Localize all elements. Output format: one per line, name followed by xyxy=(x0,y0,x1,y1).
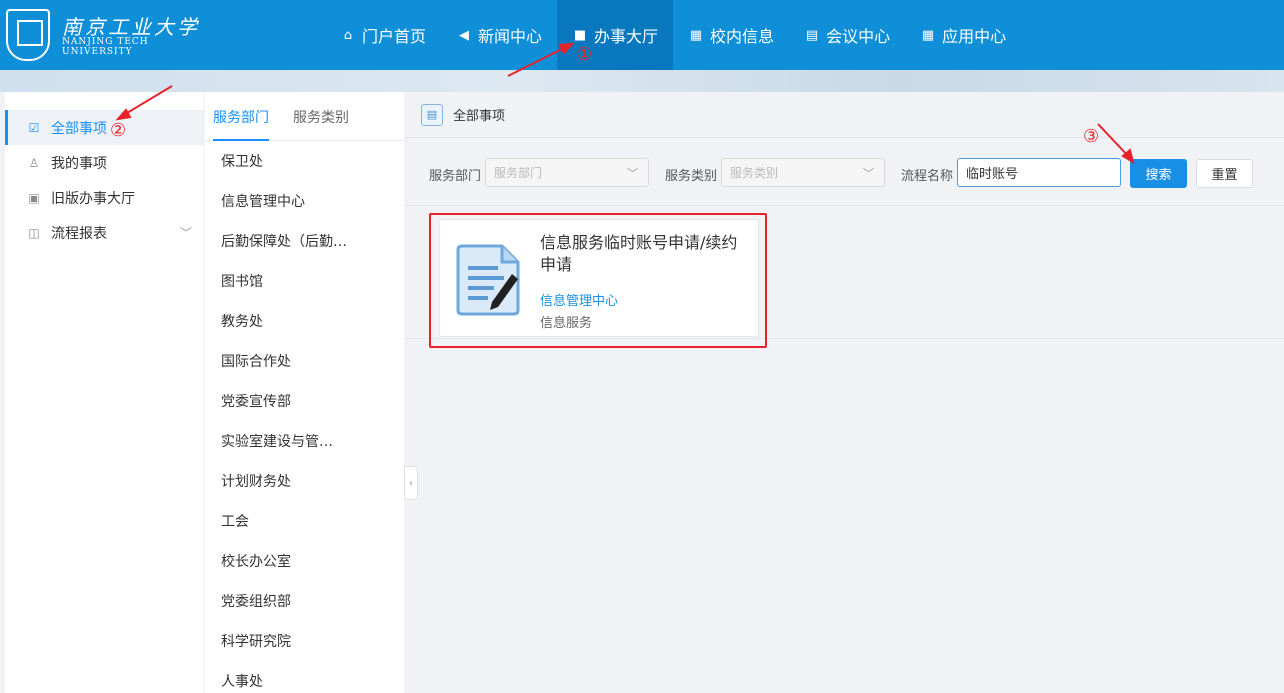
top-header: 南京工业大学 NANJING TECH UNIVERSITY ⌂ 门户首页 ◀ … xyxy=(0,0,1284,70)
document-icon: ▤ xyxy=(421,103,443,126)
nav-label: 新闻中心 xyxy=(478,27,543,46)
department-list: 保卫处 信息管理中心 后勤保障处（后勤… 图书馆 教务处 国际合作处 党委宣传部 实验室建设与… xyxy=(205,141,404,693)
tab-service-department[interactable]: 服务部门 xyxy=(213,92,269,141)
service-category-select[interactable]: 服务类别 ﹀ xyxy=(721,158,885,187)
speaker-icon: ◀ xyxy=(459,27,470,43)
nav-meeting-center[interactable]: ▤ 会议中心 xyxy=(789,0,905,70)
nav-label: 校内信息 xyxy=(710,27,775,46)
department-item[interactable]: 国际合作处 xyxy=(205,341,404,381)
nav-news-center[interactable]: ◀ 新闻中心 xyxy=(441,0,557,70)
search-button[interactable]: 搜索 xyxy=(1130,159,1187,188)
logo-english-line2: UNIVERSITY xyxy=(62,47,133,57)
filter-bar: 服务部门 服务部门 ﹀ 服务类别 服务类别 ﹀ 流程名称 搜索 重置 xyxy=(405,139,1284,206)
table-icon: ▤ xyxy=(805,27,819,43)
nav-label: 应用中心 xyxy=(942,27,1007,46)
department-item[interactable]: 后勤保障处（后勤… xyxy=(205,221,404,261)
department-item[interactable]: 校长办公室 xyxy=(205,541,404,581)
select-placeholder: 服务类别 xyxy=(730,166,779,180)
nav-service-hall[interactable]: ■ 办事大厅 xyxy=(557,0,674,70)
process-name-input[interactable] xyxy=(957,158,1121,187)
sidebar-item-label: 旧版办事大厅 xyxy=(51,190,135,207)
sidebar-item-process-reports[interactable]: ◫ 流程报表 ﹀ xyxy=(5,215,204,250)
reset-button[interactable]: 重置 xyxy=(1196,159,1253,188)
nav-label: 办事大厅 xyxy=(594,27,659,46)
department-item[interactable]: 保卫处 xyxy=(205,141,404,181)
chart-icon: ◫ xyxy=(28,225,40,240)
chevron-down-icon: ﹀ xyxy=(627,167,638,180)
sidebar-item-label: 我的事项 xyxy=(51,155,107,172)
department-item[interactable]: 教务处 xyxy=(205,301,404,341)
tab-service-category[interactable]: 服务类别 xyxy=(293,92,349,141)
annotation-step-3: ③ xyxy=(1083,126,1100,147)
process-name-label: 流程名称 xyxy=(901,169,954,184)
collapse-panel-handle[interactable]: ‹ xyxy=(404,466,418,500)
chevron-down-icon[interactable]: ﹀ xyxy=(180,224,192,241)
sidebar-item-label: 流程报表 xyxy=(51,225,107,242)
nav-portal-home[interactable]: ⌂ 门户首页 xyxy=(325,0,441,70)
department-item[interactable]: 人事处 xyxy=(205,661,404,693)
sidebar-item-my-matters[interactable]: ♙ 我的事项 xyxy=(5,145,204,180)
department-tabs: 服务部门 服务类别 xyxy=(205,92,404,141)
grid-icon: ▦ xyxy=(921,27,935,43)
annotation-step-1: ① xyxy=(576,44,593,65)
department-item[interactable]: 党委宣传部 xyxy=(205,381,404,421)
page-title: 全部事项 xyxy=(453,109,506,124)
logo-chinese-name: 南京工业大学 xyxy=(62,15,200,39)
chevron-down-icon: ﹀ xyxy=(863,167,874,180)
annotation-step-2: ② xyxy=(110,120,127,141)
annotation-highlight-box xyxy=(429,213,767,348)
university-logo[interactable]: 南京工业大学 NANJING TECH UNIVERSITY xyxy=(6,9,197,61)
department-item[interactable]: 科学研究院 xyxy=(205,621,404,661)
department-item[interactable]: 工会 xyxy=(205,501,404,541)
chevron-left-icon: ‹ xyxy=(409,477,413,489)
department-item[interactable]: 实验室建设与管… xyxy=(205,421,404,461)
nav-campus-info[interactable]: ▦ 校内信息 xyxy=(673,0,789,70)
sidebar-item-label: 全部事项 xyxy=(51,120,107,137)
left-sidebar: ☑ 全部事项 ♙ 我的事项 ▣ 旧版办事大厅 ◫ 流程报表 ﹀ xyxy=(5,92,204,693)
service-department-label: 服务部门 xyxy=(429,169,482,184)
department-item[interactable]: 信息管理中心 xyxy=(205,181,404,221)
sidebar-item-old-service-hall[interactable]: ▣ 旧版办事大厅 xyxy=(5,180,204,215)
seal-icon xyxy=(6,9,50,61)
department-item[interactable]: 党委组织部 xyxy=(205,581,404,621)
department-item[interactable]: 图书馆 xyxy=(205,261,404,301)
checkbox-icon: ☑ xyxy=(28,120,40,135)
service-category-label: 服务类别 xyxy=(665,169,718,184)
sidebar-item-all-matters[interactable]: ☑ 全部事项 xyxy=(5,110,204,145)
building-icon: ▦ xyxy=(689,27,703,43)
department-item[interactable]: 计划财务处 xyxy=(205,461,404,501)
user-icon: ♙ xyxy=(28,155,40,170)
apps-icon: ▣ xyxy=(28,190,40,205)
main-nav: ⌂ 门户首页 ◀ 新闻中心 ■ 办事大厅 ▦ 校内信息 ▤ 会议中心 ▦ 应用中… xyxy=(325,0,1021,70)
home-icon: ⌂ xyxy=(343,27,353,43)
nav-app-center[interactable]: ▦ 应用中心 xyxy=(905,0,1021,70)
select-placeholder: 服务部门 xyxy=(494,166,543,180)
bag-icon: ■ xyxy=(573,27,587,43)
nav-label: 门户首页 xyxy=(362,27,427,46)
main-header: ▤ 全部事项 xyxy=(405,92,1284,138)
service-department-select[interactable]: 服务部门 ﹀ xyxy=(485,158,649,187)
nav-label: 会议中心 xyxy=(826,27,891,46)
department-panel: 服务部门 服务类别 保卫处 信息管理中心 后勤保障处（后勤… 图书馆 教务处 国际合作处党… xyxy=(205,92,404,693)
header-banner-strip xyxy=(0,70,1284,92)
logo-english-line1: NANJING TECH xyxy=(62,37,149,47)
